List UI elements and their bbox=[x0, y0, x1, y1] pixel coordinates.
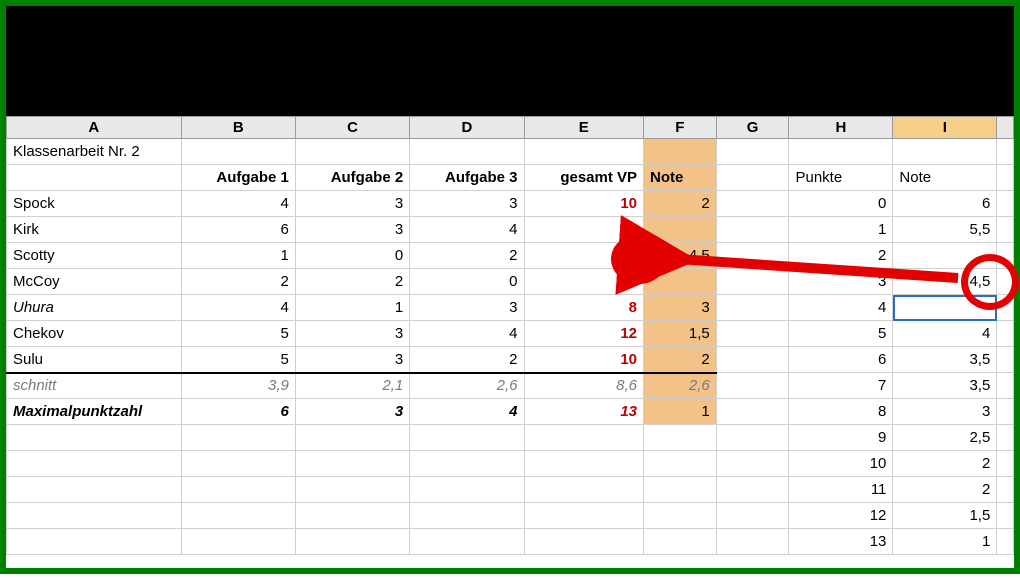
tail-row[interactable]: 13 1 bbox=[7, 529, 1014, 555]
col-header-G[interactable]: G bbox=[716, 117, 789, 139]
tail-row[interactable]: 10 2 bbox=[7, 451, 1014, 477]
col-header-D[interactable]: D bbox=[410, 117, 524, 139]
row-schnitt[interactable]: schnitt 3,9 2,1 2,6 8,6 2,6 7 3,5 bbox=[7, 373, 1014, 399]
header-note: Note bbox=[644, 165, 717, 191]
col-header-A[interactable]: A bbox=[7, 117, 182, 139]
col-header-B[interactable]: B bbox=[181, 117, 295, 139]
header-aufgabe1: Aufgabe 1 bbox=[181, 165, 295, 191]
tail-row[interactable]: 11 2 bbox=[7, 477, 1014, 503]
cell-title[interactable]: Klassenarbeit Nr. 2 bbox=[7, 139, 182, 165]
app-frame: A B C D E F G H I Klassenarbeit Nr. 2 Au… bbox=[0, 0, 1020, 574]
spreadsheet-area[interactable]: A B C D E F G H I Klassenarbeit Nr. 2 Au… bbox=[6, 116, 1014, 555]
data-row[interactable]: Sulu 5 3 2 10 2 6 3,5 bbox=[7, 347, 1014, 373]
col-header-E[interactable]: E bbox=[524, 117, 644, 139]
col-header-edge bbox=[997, 117, 1014, 139]
column-headers[interactable]: A B C D E F G H I bbox=[7, 117, 1014, 139]
row-headers[interactable]: Aufgabe 1 Aufgabe 2 Aufgabe 3 gesamt VP … bbox=[7, 165, 1014, 191]
data-row[interactable]: Scotty 1 0 2 3 4,5 2 bbox=[7, 243, 1014, 269]
data-row[interactable]: Chekov 5 3 4 12 1,5 5 4 bbox=[7, 321, 1014, 347]
data-row[interactable]: Kirk 6 3 4 13 1 5,5 bbox=[7, 217, 1014, 243]
selected-cell[interactable] bbox=[893, 295, 997, 321]
spreadsheet-grid[interactable]: A B C D E F G H I Klassenarbeit Nr. 2 Au… bbox=[6, 116, 1014, 555]
col-header-H[interactable]: H bbox=[789, 117, 893, 139]
col-header-C[interactable]: C bbox=[295, 117, 409, 139]
row-max[interactable]: Maximalpunktzahl 6 3 4 13 1 8 3 bbox=[7, 399, 1014, 425]
data-row[interactable]: McCoy 2 2 0 4 3 4,5 bbox=[7, 269, 1014, 295]
header-punkte: Punkte bbox=[789, 165, 893, 191]
col-header-I[interactable]: I bbox=[893, 117, 997, 139]
title-bar-area bbox=[6, 6, 1014, 116]
row-title[interactable]: Klassenarbeit Nr. 2 bbox=[7, 139, 1014, 165]
data-row[interactable]: Uhura 4 1 3 8 3 4 bbox=[7, 295, 1014, 321]
name-cell[interactable]: Spock bbox=[7, 191, 182, 217]
tail-row[interactable]: 9 2,5 bbox=[7, 425, 1014, 451]
header-aufgabe2: Aufgabe 2 bbox=[295, 165, 409, 191]
header-gesamt-vp: gesamt VP bbox=[524, 165, 644, 191]
tail-row[interactable]: 12 1,5 bbox=[7, 503, 1014, 529]
header-note2: Note bbox=[893, 165, 997, 191]
data-row[interactable]: Spock 4 3 3 10 2 0 6 bbox=[7, 191, 1014, 217]
header-aufgabe3: Aufgabe 3 bbox=[410, 165, 524, 191]
col-header-F[interactable]: F bbox=[644, 117, 717, 139]
